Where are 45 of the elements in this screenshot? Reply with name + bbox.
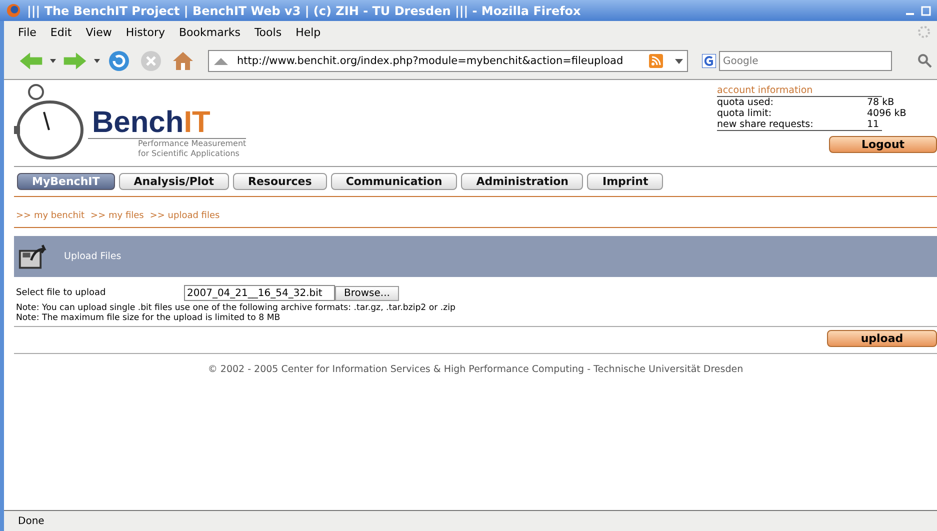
nav-tab[interactable]: Administration [461, 173, 584, 190]
account-value: 4096 kB [867, 108, 908, 119]
file-field[interactable]: 2007_04_21__16_54_32.bit [184, 285, 335, 301]
browse-button[interactable]: Browse... [335, 286, 399, 300]
nav-tab[interactable]: Communication [330, 173, 458, 190]
menu-item[interactable]: Help [296, 26, 321, 38]
account-title: account information [717, 85, 882, 97]
logo-wordmark: BenchIT [88, 108, 246, 139]
account-value: 78 kB [867, 97, 895, 108]
note-text: Note: You can upload single .bit files use one of the following archive formats: .tar.gz, .tar.bzip2 or .zip [16, 303, 456, 313]
copyright-text: © 2002 - 2005 Center for Information Services & High Performance Computing - Technische Universität Dresden [206, 363, 744, 375]
status-text: Done [18, 516, 44, 526]
page-icon [213, 55, 229, 67]
menu-item[interactable]: Edit [50, 26, 72, 38]
google-icon[interactable] [702, 54, 716, 68]
section-title: Upload Files [64, 251, 122, 262]
logo-tagline: Performance Measurement [137, 139, 246, 149]
rss-icon[interactable] [649, 54, 663, 68]
nav-tab[interactable]: Analysis/Plot [118, 173, 229, 190]
menu-item[interactable]: Bookmarks [178, 26, 240, 38]
upload-button[interactable]: upload [827, 330, 937, 347]
menu-item[interactable]: History [126, 26, 165, 38]
nav-tab[interactable]: Resources [233, 173, 327, 190]
maximize-icon[interactable] [921, 6, 931, 16]
window-title: ||| The BenchIT Project | BenchIT Web v3 | (c) ZIH - TU Dresden ||| - Mozilla Firefox [27, 4, 582, 18]
reload-icon[interactable] [106, 49, 132, 73]
logout-button[interactable]: Logout [829, 136, 937, 153]
dropdown-arrow-icon[interactable] [675, 58, 683, 64]
throbber-icon [917, 25, 931, 39]
logo-tagline: for Scientific Applications [137, 149, 240, 159]
account-label: new share requests: [717, 119, 814, 130]
note-text: Note: The maximum file size for the upload is limited to 8 MB [16, 313, 282, 323]
dropdown-arrow-icon[interactable] [50, 59, 56, 63]
field-label: Select file to upload [16, 288, 107, 298]
menu-item[interactable]: Tools [254, 26, 282, 38]
dropdown-arrow-icon[interactable] [94, 59, 100, 63]
search-field[interactable]: Google [719, 51, 892, 71]
search-icon[interactable] [917, 53, 933, 69]
account-label: quota used: [717, 97, 774, 108]
account-label: quota limit: [717, 108, 773, 119]
menu-item[interactable]: File [18, 26, 36, 38]
nav-tab[interactable]: Imprint [587, 173, 664, 190]
menu-item[interactable]: View [86, 26, 112, 38]
account-value: 11 [867, 119, 880, 130]
address-field[interactable]: http://www.benchit.org/index.php?module=mybenchit&action=fileupload [208, 50, 688, 72]
